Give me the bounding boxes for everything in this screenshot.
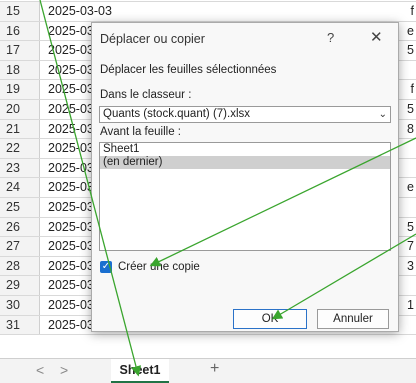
row-number[interactable]: 17 bbox=[0, 41, 40, 60]
sheet-tab-bar: < > Sheet1 + bbox=[0, 358, 416, 383]
dialog-title: Déplacer ou copier bbox=[100, 32, 205, 46]
tab-next-icon[interactable]: > bbox=[60, 362, 68, 378]
dialog-heading: Déplacer les feuilles sélectionnées bbox=[100, 64, 277, 76]
row-number[interactable]: 29 bbox=[0, 276, 40, 295]
list-item[interactable]: Sheet1 bbox=[100, 143, 390, 156]
cancel-button[interactable]: Annuler bbox=[317, 309, 389, 329]
row-number[interactable]: 19 bbox=[0, 80, 40, 99]
sheet-tab-sheet1[interactable]: Sheet1 bbox=[111, 359, 169, 383]
row-number[interactable]: 26 bbox=[0, 217, 40, 237]
help-icon[interactable]: ? bbox=[327, 30, 334, 45]
create-copy-checkbox[interactable]: ✓ bbox=[100, 261, 112, 273]
table-row: 15 2025-03-03 f bbox=[0, 2, 416, 22]
move-copy-dialog: Déplacer ou copier ? ✕ Déplacer les feui… bbox=[91, 22, 399, 332]
row-number[interactable]: 31 bbox=[0, 315, 40, 335]
row-number[interactable]: 30 bbox=[0, 296, 40, 315]
table-cell-edge: 8 bbox=[407, 121, 414, 136]
workbook-select[interactable]: Quants (stock.quant) (7).xlsx ⌄ bbox=[99, 106, 391, 123]
row-number[interactable]: 28 bbox=[0, 256, 40, 276]
table-cell-edge: f bbox=[410, 82, 414, 97]
row-number[interactable]: 27 bbox=[0, 237, 40, 256]
row-number[interactable]: 22 bbox=[0, 139, 40, 158]
table-cell-edge: 5 bbox=[407, 43, 414, 58]
table-cell-edge: 5 bbox=[407, 102, 414, 116]
row-number[interactable]: 16 bbox=[0, 21, 40, 41]
workbook-select-value: Quants (stock.quant) (7).xlsx bbox=[103, 108, 250, 120]
row-number[interactable]: 25 bbox=[0, 198, 40, 217]
table-cell-edge: f bbox=[410, 4, 414, 18]
list-item-selected[interactable]: (en dernier) bbox=[100, 156, 390, 169]
ok-button[interactable]: OK bbox=[233, 309, 307, 329]
table-cell-edge: e bbox=[407, 180, 414, 195]
add-sheet-button[interactable]: + bbox=[210, 360, 219, 378]
table-cell-edge: e bbox=[407, 23, 414, 38]
row-number[interactable]: 24 bbox=[0, 178, 40, 197]
workbook-label: Dans le classeur : bbox=[100, 89, 192, 101]
tab-prev-icon[interactable]: < bbox=[36, 362, 44, 378]
row-number[interactable]: 18 bbox=[0, 60, 40, 80]
close-icon[interactable]: ✕ bbox=[370, 28, 383, 46]
table-cell[interactable]: 2025-03-03 bbox=[41, 2, 416, 21]
before-sheet-label: Avant la feuille : bbox=[100, 126, 181, 138]
row-number[interactable]: 20 bbox=[0, 100, 40, 119]
create-copy-label[interactable]: Créer une copie bbox=[118, 261, 200, 273]
table-cell-edge: 1 bbox=[407, 298, 414, 312]
row-number[interactable]: 23 bbox=[0, 158, 40, 178]
table-cell-edge: 5 bbox=[407, 219, 414, 234]
row-number[interactable]: 15 bbox=[0, 2, 40, 21]
row-number[interactable]: 21 bbox=[0, 119, 40, 139]
before-sheet-list[interactable]: Sheet1 (en dernier) bbox=[99, 142, 391, 251]
chevron-down-icon[interactable]: ⌄ bbox=[379, 107, 387, 122]
table-cell-edge: 7 bbox=[407, 239, 414, 254]
table-cell-edge: 3 bbox=[407, 258, 414, 273]
